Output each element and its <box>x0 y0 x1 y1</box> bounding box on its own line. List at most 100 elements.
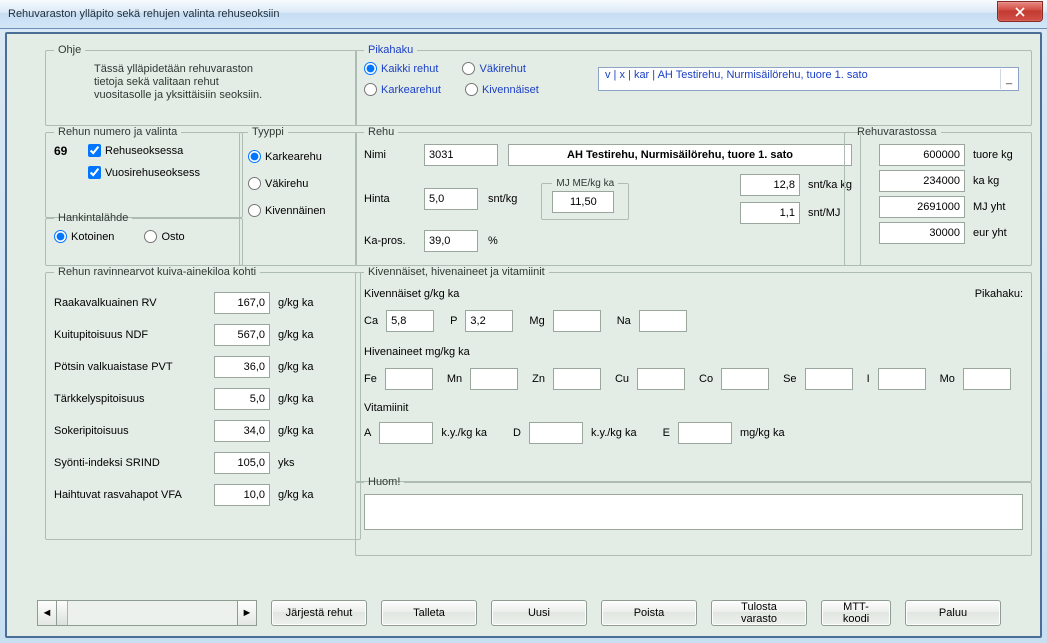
sok-field[interactable] <box>214 420 270 442</box>
srind-field[interactable] <box>214 452 270 474</box>
sntka-field[interactable] <box>740 174 800 196</box>
close-button[interactable] <box>997 1 1043 22</box>
radio-kivennaiset[interactable]: Kivennäiset <box>465 83 539 96</box>
nimi-full-field[interactable] <box>508 144 852 166</box>
pvt-field[interactable] <box>214 356 270 378</box>
chk-rehuseoksessa[interactable]: Rehuseoksessa <box>88 144 183 157</box>
vitd-field[interactable] <box>529 422 583 444</box>
varasto-mj[interactable] <box>879 196 965 218</box>
record-scrollbar[interactable]: ◄ ► <box>37 600 257 626</box>
rv-field[interactable] <box>214 292 270 314</box>
se-field[interactable] <box>805 368 853 390</box>
radio-karkearehu[interactable]: Karkearehu <box>248 150 348 163</box>
radio-kivennainen[interactable]: Kivennäinen <box>248 204 348 217</box>
vita-field[interactable] <box>379 422 433 444</box>
mg-field[interactable] <box>553 310 601 332</box>
chevron-right-icon: ► <box>242 607 253 619</box>
tyyppi-group: Tyyppi Karkearehu Väkirehu Kivennäinen <box>239 126 357 266</box>
mineral-legend: Kivennäiset, hivenaineet ja vitamiinit <box>364 266 549 278</box>
scroll-left-button[interactable]: ◄ <box>37 600 57 626</box>
co-field[interactable] <box>721 368 769 390</box>
ndf-field[interactable] <box>214 324 270 346</box>
varasto-group: Rehuvarastossa tuore kg ka kg MJ yht eur… <box>844 126 1032 266</box>
ohje-line2: tietoja sekä valitaan rehut <box>94 76 348 88</box>
i-field[interactable] <box>878 368 926 390</box>
mtt-button[interactable]: MTT-koodi <box>821 600 891 626</box>
mineral-group: Kivennäiset, hivenaineet ja vitamiinit K… <box>355 266 1032 482</box>
tyyppi-legend: Tyyppi <box>248 126 288 138</box>
vit-label: Vitamiinit <box>364 402 1023 414</box>
rehu-id: 69 <box>54 144 76 182</box>
varasto-eur[interactable] <box>879 222 965 244</box>
cu-field[interactable] <box>637 368 685 390</box>
mineral-pikahaku: Pikahaku: <box>975 288 1023 300</box>
pikahaku-group: Pikahaku Kaikki rehut Väkirehut Karkeare… <box>355 44 1032 126</box>
chk-vuosirehuseoksessa[interactable]: Vuosirehuseoksess <box>88 166 200 179</box>
ohje-group: Ohje Tässä ylläpidetään rehuvaraston tie… <box>45 44 357 126</box>
varasto-legend: Rehuvarastossa <box>853 126 941 138</box>
huom-group: Huom! <box>355 476 1032 556</box>
ohje-line1: Tässä ylläpidetään rehuvaraston <box>94 63 348 75</box>
pikahaku-selected: v | x | kar | AH Testirehu, Nurmisäilöre… <box>605 69 868 81</box>
close-icon <box>1015 7 1025 17</box>
nutri-legend: Rehun ravinnearvot kuiva-ainekiloa kohti <box>54 266 260 278</box>
na-field[interactable] <box>639 310 687 332</box>
paluu-button[interactable]: Paluu <box>905 600 1001 626</box>
huom-legend: Huom! <box>364 476 404 488</box>
rehu-legend: Rehu <box>364 126 398 138</box>
titlebar: Rehuvaraston ylläpito sekä rehujen valin… <box>0 0 1047 29</box>
zn-field[interactable] <box>553 368 601 390</box>
poista-button[interactable]: Poista <box>601 600 697 626</box>
radio-osto[interactable]: Osto <box>144 230 184 243</box>
hankinta-group: Hankintalähde Kotoinen Osto <box>45 212 243 266</box>
rehu-group: Rehu Nimi Hinta snt/kg MJ ME/kg ka snt/k… <box>355 126 861 266</box>
nimi-field[interactable] <box>424 144 498 166</box>
mo-field[interactable] <box>963 368 1011 390</box>
hiv-label: Hivenaineet mg/kg ka <box>364 346 1023 358</box>
ohje-line3: vuositasolle ja yksittäisiin seoksiin. <box>94 89 348 101</box>
hankinta-legend: Hankintalähde <box>54 212 132 224</box>
vfa-field[interactable] <box>214 484 270 506</box>
radio-vakirehut[interactable]: Väkirehut <box>462 62 525 75</box>
ca-field[interactable] <box>386 310 434 332</box>
pikahaku-legend: Pikahaku <box>364 44 417 56</box>
sntmj-label: snt/MJ <box>808 207 840 219</box>
varasto-tuore[interactable] <box>879 144 965 166</box>
chevron-down-icon: _ <box>1000 69 1017 89</box>
sntmj-field[interactable] <box>740 202 800 224</box>
mjme-label: MJ ME/kg ka <box>552 178 618 189</box>
uusi-button[interactable]: Uusi <box>491 600 587 626</box>
nimi-label: Nimi <box>364 149 414 161</box>
p-field[interactable] <box>465 310 513 332</box>
radio-karkearehut[interactable]: Karkearehut <box>364 83 441 96</box>
chevron-left-icon: ◄ <box>42 607 53 619</box>
varasto-ka[interactable] <box>879 170 965 192</box>
tark-field[interactable] <box>214 388 270 410</box>
hinta-field[interactable] <box>424 188 478 210</box>
pikahaku-dropdown[interactable]: v | x | kar | AH Testirehu, Nurmisäilöre… <box>598 67 1019 91</box>
talleta-button[interactable]: Talleta <box>381 600 477 626</box>
kiv-label: Kivennäiset g/kg ka <box>364 288 459 300</box>
radio-vakirehu[interactable]: Väkirehu <box>248 177 348 190</box>
ka-unit: % <box>488 235 498 247</box>
ka-field[interactable] <box>424 230 478 252</box>
ka-label: Ka-pros. <box>364 235 414 247</box>
fe-field[interactable] <box>385 368 433 390</box>
rehu-numero-legend: Rehun numero ja valinta <box>54 126 181 138</box>
jarjesta-button[interactable]: Järjestä rehut <box>271 600 367 626</box>
nutri-group: Rehun ravinnearvot kuiva-ainekiloa kohti… <box>45 266 361 540</box>
huom-field[interactable] <box>364 494 1023 530</box>
scroll-track[interactable] <box>57 600 237 626</box>
tulosta-button[interactable]: Tulosta varasto <box>711 600 807 626</box>
client-area: Ohje Tässä ylläpidetään rehuvaraston tie… <box>5 32 1042 638</box>
radio-kaikki-rehut[interactable]: Kaikki rehut <box>364 62 438 75</box>
radio-kotoinen[interactable]: Kotoinen <box>54 230 114 243</box>
vite-field[interactable] <box>678 422 732 444</box>
scroll-thumb[interactable] <box>57 601 68 625</box>
rehu-numero-group: Rehun numero ja valinta 69 Rehuseoksessa… <box>45 126 243 218</box>
mn-field[interactable] <box>470 368 518 390</box>
hinta-unit: snt/kg <box>488 193 517 205</box>
scroll-right-button[interactable]: ► <box>237 600 257 626</box>
mjme-field[interactable] <box>552 191 614 213</box>
window-title: Rehuvaraston ylläpito sekä rehujen valin… <box>8 8 280 20</box>
